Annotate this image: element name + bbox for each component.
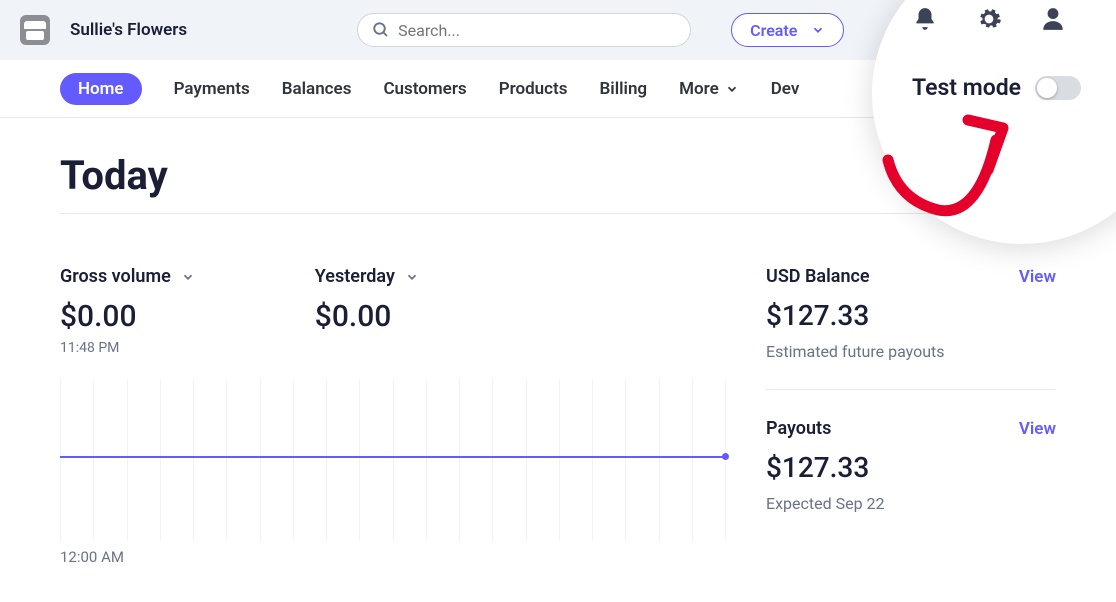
chevron-down-icon — [405, 270, 419, 284]
gross-volume-dropdown[interactable]: Gross volume — [60, 266, 195, 287]
usd-balance-view-link[interactable]: View — [1019, 267, 1056, 287]
chart-current-point — [722, 453, 729, 460]
user-icon[interactable] — [1040, 6, 1066, 32]
search-icon — [372, 21, 390, 39]
nav-more[interactable]: More — [679, 79, 739, 99]
test-mode-label: Test mode — [912, 74, 1021, 101]
volume-chart — [60, 380, 726, 540]
nav-home[interactable]: Home — [60, 73, 142, 105]
nav-balances[interactable]: Balances — [282, 79, 352, 99]
store-name[interactable]: Sullie's Flowers — [70, 20, 187, 40]
yesterday-dropdown[interactable]: Yesterday — [315, 266, 419, 287]
payouts-title: Payouts — [766, 418, 831, 439]
search-input[interactable] — [398, 21, 676, 40]
nav-developers[interactable]: Dev — [771, 79, 800, 99]
usd-balance-value: $127.33 — [766, 299, 1056, 332]
search-input-wrap[interactable] — [357, 13, 691, 47]
payouts-value: $127.33 — [766, 451, 1056, 484]
store-icon — [20, 15, 50, 45]
payouts-view-link[interactable]: View — [1019, 419, 1056, 439]
gross-volume-time: 11:48 PM — [60, 340, 195, 356]
payouts-caption: Expected Sep 22 — [766, 494, 1056, 513]
create-button-label: Create — [750, 21, 797, 40]
create-button[interactable]: Create — [731, 13, 844, 47]
nav-payments[interactable]: Payments — [174, 79, 250, 99]
gear-icon[interactable] — [976, 6, 1002, 32]
payouts-block: Payouts View $127.33 Expected Sep 22 — [766, 418, 1056, 541]
chart-line — [60, 456, 726, 458]
bell-icon[interactable] — [912, 6, 938, 32]
chevron-down-icon — [811, 23, 825, 37]
nav-customers[interactable]: Customers — [383, 79, 466, 99]
nav-more-label: More — [679, 79, 719, 99]
chart-x-start-label: 12:00 AM — [60, 548, 726, 566]
gross-volume-label: Gross volume — [60, 266, 171, 287]
nav-billing[interactable]: Billing — [599, 79, 647, 99]
gross-volume-value: $0.00 — [60, 299, 195, 334]
chevron-down-icon — [181, 270, 195, 284]
usd-balance-block: USD Balance View $127.33 Estimated futur… — [766, 266, 1056, 390]
yesterday-value: $0.00 — [315, 299, 419, 334]
yesterday-label: Yesterday — [315, 266, 395, 287]
test-mode-toggle[interactable] — [1035, 76, 1081, 100]
chevron-down-icon — [725, 82, 739, 96]
usd-balance-caption: Estimated future payouts — [766, 342, 1056, 361]
usd-balance-title: USD Balance — [766, 266, 870, 287]
nav-products[interactable]: Products — [499, 79, 568, 99]
